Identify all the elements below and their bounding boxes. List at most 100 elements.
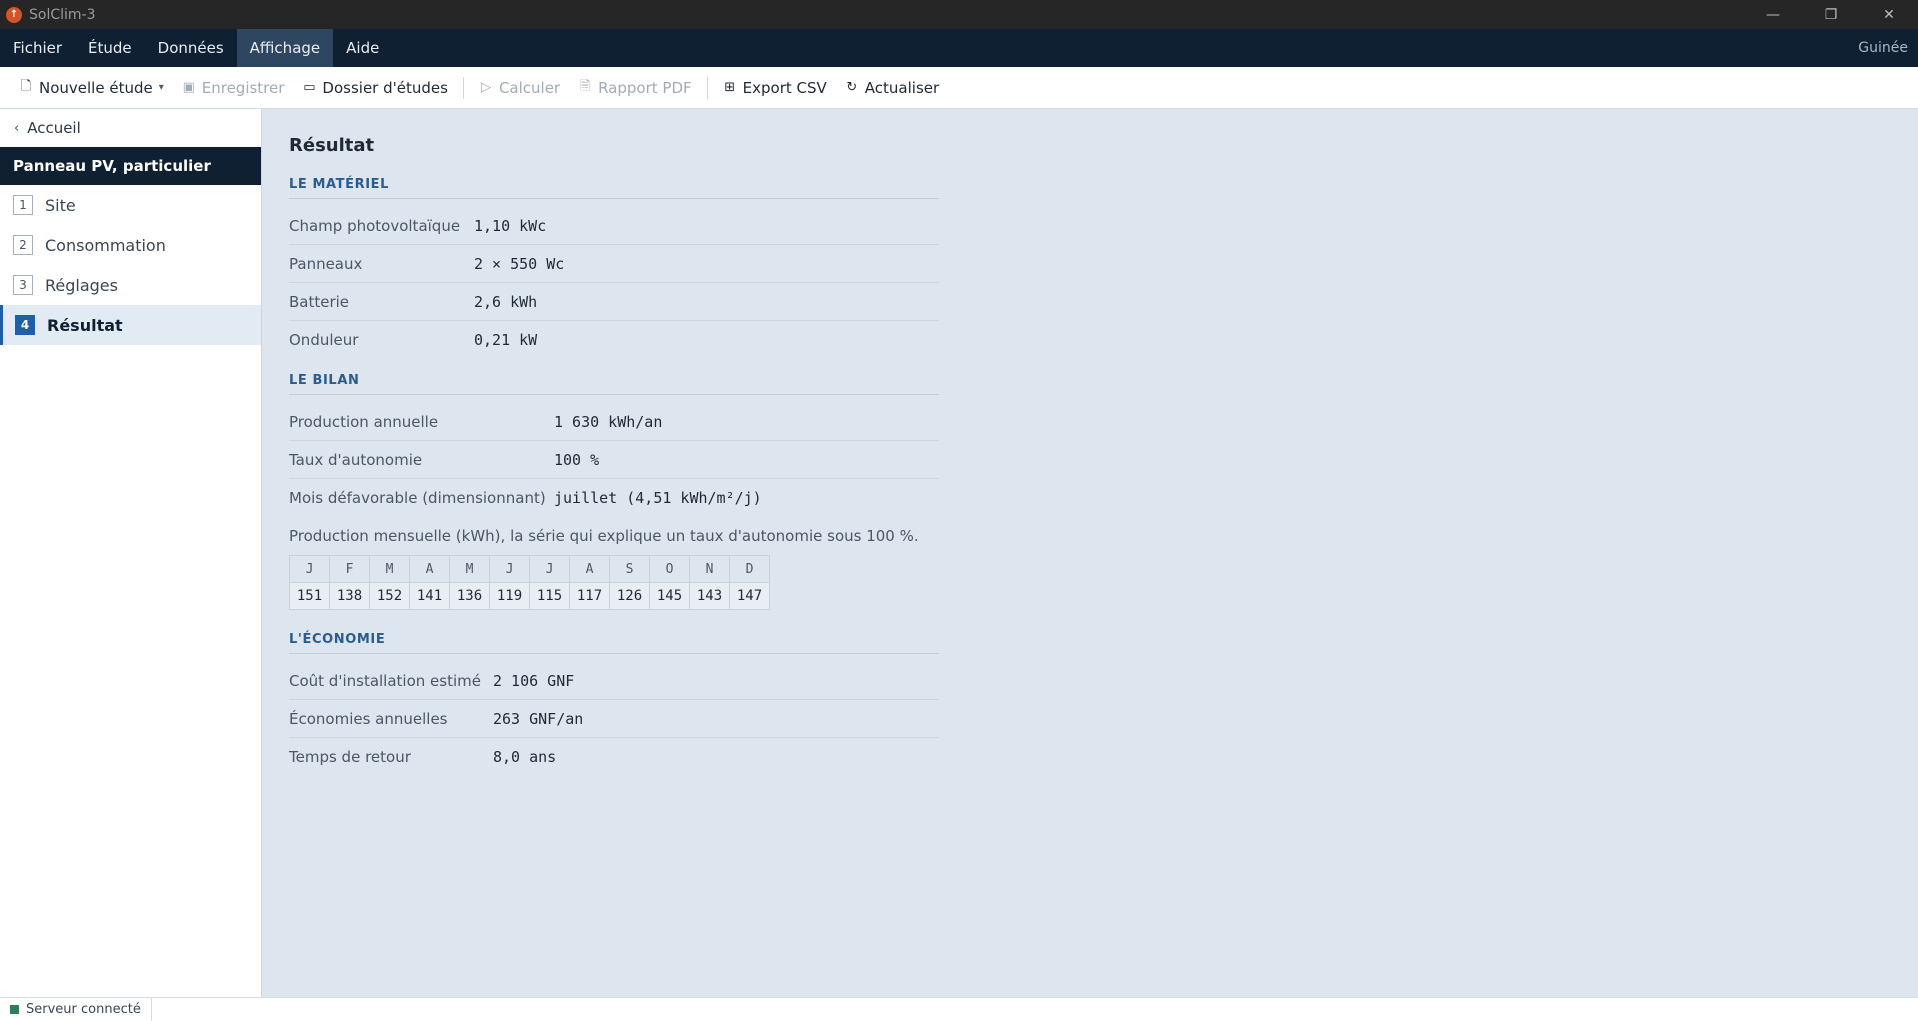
row-value: 263 GNF/an: [493, 709, 584, 728]
sun-icon: ↑: [6, 6, 22, 23]
step-number: 1: [13, 195, 33, 215]
study-title: Panneau PV, particulier: [0, 147, 261, 185]
compute-button[interactable]: ▷ Calculer: [470, 72, 569, 104]
result-row: Panneaux 2 × 550 Wc: [289, 245, 939, 283]
row-value: 0,21 kW: [474, 331, 538, 349]
step-label: Réglages: [45, 275, 118, 295]
result-row: Coût d'installation estimé 2 106 GNF: [289, 662, 939, 700]
row-label: Onduleur: [289, 331, 359, 349]
materiel-list: Champ photovoltaïque 1,10 kWc Panneaux 2…: [289, 207, 939, 359]
menu-fichier[interactable]: Fichier: [0, 29, 75, 67]
month-value: 115: [529, 582, 570, 610]
month-value: 138: [329, 582, 370, 610]
pdf-report-button[interactable]: 🗎 Rapport PDF: [569, 72, 701, 104]
row-value: 1,10 kWc: [474, 216, 547, 235]
toolbar-divider: [462, 76, 464, 99]
compute-label: Calculer: [498, 78, 561, 97]
back-home-label: Accueil: [27, 119, 81, 137]
bilan-list: Production annuelle 1 630 kWh/an Taux d'…: [289, 403, 939, 517]
result-row: Taux d'autonomie 100 %: [289, 441, 939, 479]
menu-etude[interactable]: Étude: [75, 29, 145, 67]
result-row: Économies annuelles 263 GNF/an: [289, 700, 939, 738]
step-number: 3: [13, 275, 33, 295]
studies-folder-button[interactable]: ▭ Dossier d'études: [293, 72, 457, 104]
window-controls: — ❐ ✕: [1744, 0, 1918, 29]
step-site[interactable]: 1 Site: [0, 185, 261, 225]
month-header: O: [649, 555, 690, 583]
step-number: 4: [15, 315, 35, 335]
row-label: Taux d'autonomie: [289, 450, 423, 469]
month-value: 152: [369, 582, 410, 610]
month-value: 151: [289, 582, 330, 610]
back-home-link[interactable]: ‹ Accueil: [0, 109, 261, 147]
menu-bar: Fichier Étude Données Affichage Aide Gui…: [0, 29, 1918, 67]
status-bar: Serveur connecté: [0, 997, 1918, 1021]
menu-donnees[interactable]: Données: [145, 29, 237, 67]
row-label: Batterie: [289, 292, 350, 311]
table-header-row: J F M A M J J A S O N D: [289, 555, 770, 583]
pdf-report-label: Rapport PDF: [598, 78, 692, 97]
month-value: 143: [689, 582, 730, 610]
row-label: Mois défavorable (dimensionnant): [289, 489, 546, 507]
step-reglages[interactable]: 3 Réglages: [0, 265, 261, 305]
toolbar: 🗋 Nouvelle étude ▾ ▣ Enregistrer ▭ Dossi…: [0, 67, 1918, 109]
play-icon: ▷: [480, 80, 491, 95]
result-row: Mois défavorable (dimensionnant) juillet…: [289, 479, 939, 517]
page-title: Résultat: [289, 135, 375, 156]
month-header: J: [529, 555, 570, 583]
month-value: 126: [609, 582, 650, 610]
export-csv-button[interactable]: ⊞ Export CSV: [714, 72, 836, 104]
row-value: 2,6 kWh: [474, 292, 538, 311]
sidebar: ‹ Accueil Panneau PV, particulier 1 Site…: [0, 109, 262, 997]
row-value: 2 × 550 Wc: [474, 254, 565, 273]
month-value: 145: [649, 582, 690, 610]
chevron-left-icon: ‹: [14, 120, 20, 136]
month-value: 147: [729, 582, 770, 610]
month-header: N: [689, 555, 730, 583]
month-header: J: [289, 555, 330, 583]
step-consommation[interactable]: 2 Consommation: [0, 225, 261, 265]
step-label: Site: [45, 195, 76, 215]
month-value: 117: [569, 582, 610, 610]
refresh-icon: ↻: [846, 80, 858, 95]
result-panel: Résultat LE MATÉRIEL Champ photovoltaïqu…: [289, 109, 939, 776]
refresh-button[interactable]: ↻ Actualiser: [836, 72, 948, 104]
section-heading-economie: L'ÉCONOMIE: [289, 632, 939, 654]
minimize-icon[interactable]: —: [1744, 0, 1802, 29]
status-indicator-icon: [10, 1005, 19, 1014]
save-button[interactable]: ▣ Enregistrer: [173, 72, 294, 104]
folder-icon: ▭: [303, 80, 316, 95]
server-status-label: Serveur connecté: [26, 1002, 141, 1017]
economie-list: Coût d'installation estimé 2 106 GNF Éco…: [289, 662, 939, 776]
row-value: juillet (4,51 kWh/m²/j): [554, 489, 762, 507]
new-file-icon: 🗋: [20, 78, 32, 94]
step-label: Consommation: [45, 235, 166, 255]
chevron-down-icon: ▾: [158, 82, 164, 93]
row-value: 2 106 GNF: [493, 671, 575, 690]
window-title: SolClim-3: [29, 6, 96, 23]
region-label[interactable]: Guinée: [1858, 29, 1908, 67]
month-header: M: [369, 555, 410, 583]
pdf-file-icon: 🗎: [579, 78, 591, 94]
title-bar: ↑ SolClim-3 — ❐ ✕: [0, 0, 1918, 29]
month-header: J: [489, 555, 530, 583]
menu-affichage[interactable]: Affichage: [236, 29, 334, 67]
save-icon: ▣: [182, 80, 195, 95]
monthly-production-table: J F M A M J J A S O N D 151 138 152 141 …: [289, 555, 770, 610]
menu-aide[interactable]: Aide: [333, 29, 392, 67]
step-resultat[interactable]: 4 Résultat: [0, 305, 261, 345]
result-row: Temps de retour 8,0 ans: [289, 738, 939, 776]
row-label: Économies annuelles: [289, 709, 448, 728]
new-study-label: Nouvelle étude: [39, 78, 153, 97]
step-label: Résultat: [47, 315, 123, 335]
table-icon: ⊞: [724, 80, 736, 95]
server-status: Serveur connecté: [0, 997, 152, 1021]
restore-icon[interactable]: ❐: [1802, 0, 1860, 29]
close-icon[interactable]: ✕: [1860, 0, 1918, 29]
month-header: S: [609, 555, 650, 583]
result-row: Onduleur 0,21 kW: [289, 321, 939, 359]
new-study-button[interactable]: 🗋 Nouvelle étude ▾: [10, 72, 173, 104]
toolbar-divider: [706, 76, 708, 99]
studies-folder-label: Dossier d'études: [322, 78, 448, 97]
section-heading-bilan: LE BILAN: [289, 373, 939, 395]
